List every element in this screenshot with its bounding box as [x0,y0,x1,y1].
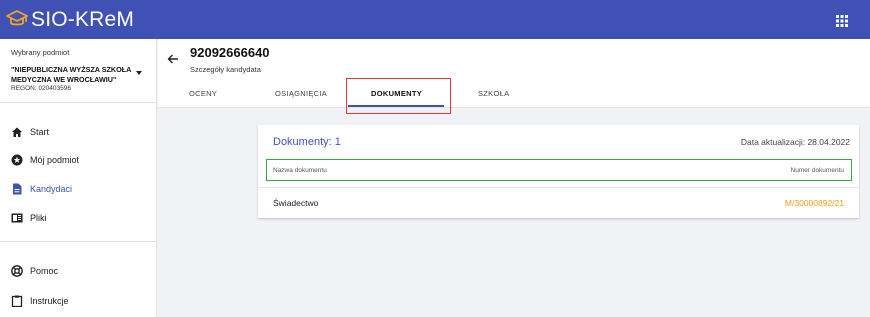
sidebar-item-start[interactable]: Start [0,120,156,144]
candidate-header: 92092666640 Szczegóły kandydata OCENY OS… [158,39,870,114]
lifebuoy-icon [11,265,23,277]
subject-selector[interactable]: Wybrany podmiot "NIEPUBLICZNA WYŻSZA SZK… [0,39,156,103]
page-subtitle: Szczegóły kandydata [190,65,261,74]
top-app-bar: SIO-KReM [0,0,870,39]
apps-grid-icon[interactable] [836,15,848,27]
sidebar-item-label: Mój podmiot [30,155,80,165]
sidebar-item-label: Start [30,127,50,137]
column-header-number[interactable]: Numer dokumentu [791,167,844,174]
column-header-name[interactable]: Nazwa dokumentu [273,167,327,174]
back-arrow-icon[interactable] [167,53,179,65]
home-icon [12,127,22,137]
columns-highlight-box [266,159,852,181]
tab-oceny[interactable]: OCENY [189,89,217,98]
sidebar-item-moj-podmiot[interactable]: Mój podmiot [0,148,156,172]
sidebar-divider [0,241,156,242]
sidebar-item-pomoc[interactable]: Pomoc [0,259,156,283]
sidebar: Wybrany podmiot "NIEPUBLICZNA WYŻSZA SZK… [0,39,157,317]
document-name: Świadectwo [273,198,319,208]
documents-card: Dokumenty: 1 Data aktualizacji: 28.04.20… [258,125,859,218]
candidate-id: 92092666640 [190,45,270,60]
sidebar-item-pliki[interactable]: Pliki [0,206,156,230]
document-icon [13,183,22,195]
documents-title: Dokumenty: 1 [273,136,341,148]
sidebar-item-label: Pomoc [30,266,59,276]
sidebar-item-instrukcje[interactable]: Instrukcje [0,289,156,313]
tab-osiagniecia[interactable]: OSIĄGNIĘCIA [275,89,327,98]
sidebar-item-kandydaci[interactable]: Kandydaci [0,177,156,201]
star-circle-icon [11,154,23,166]
sidebar-item-label: Pliki [30,213,47,223]
row-divider [258,187,859,188]
sidebar-item-label: Instrukcje [30,296,69,306]
subject-label: Wybrany podmiot [11,48,70,57]
document-number[interactable]: M/30000892/21 [785,198,844,208]
graduation-cap-icon [6,10,28,26]
subject-name: "NIEPUBLICZNA WYŻSZA SZKOŁA MEDYCZNA WE … [11,65,131,84]
subject-regon: REGON: 020403596 [11,85,71,92]
update-date: Data aktualizacji: 28.04.2022 [740,137,850,147]
chevron-down-icon[interactable] [136,71,142,75]
tab-szkola[interactable]: SZKOŁA [478,89,509,98]
clipboard-icon [11,295,23,307]
app-title[interactable]: SIO-KReM [31,8,134,32]
files-icon [11,213,23,223]
sidebar-item-label: Kandydaci [30,184,73,194]
tab-highlight-box [346,78,451,114]
